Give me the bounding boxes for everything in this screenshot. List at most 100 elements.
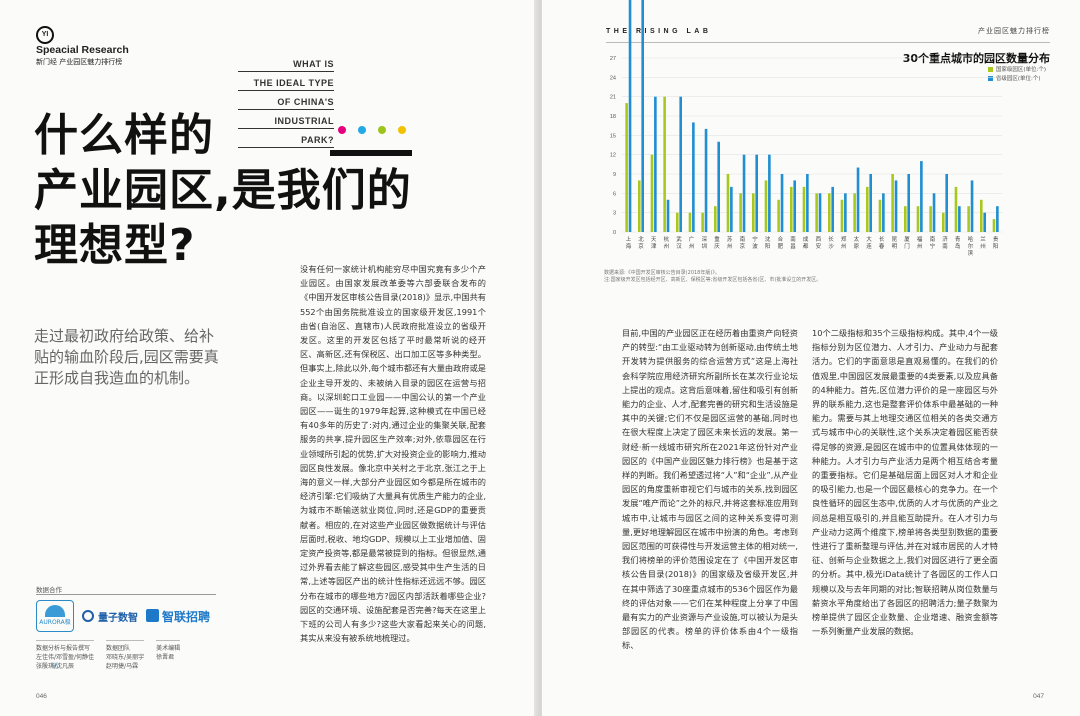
- bar-provincial: [970, 180, 974, 232]
- bar-provincial: [894, 180, 898, 232]
- x-tick-label: 原: [854, 243, 860, 250]
- credit-line: 邓晓东/吴丽宇: [106, 654, 145, 661]
- bar-national: [916, 206, 920, 232]
- x-tick-label: 沙: [828, 243, 834, 250]
- headline-line: 什么样的: [34, 110, 214, 161]
- right-page: THE RISING LAB 产业园区魅力排行榜 30个重点城市的园区数量分布 …: [542, 0, 1080, 716]
- credit-line: 数据团队: [106, 645, 131, 652]
- bar-provincial: [958, 206, 961, 232]
- bar-provincial: [717, 141, 720, 232]
- credit-line: 左佳伟/邓雪盈/何静佳: [36, 654, 95, 661]
- y-tick-label: 21: [610, 95, 616, 101]
- x-tick-label: 青: [955, 235, 961, 243]
- x-tick-label: 州: [727, 244, 733, 250]
- bar-provincial: [692, 122, 695, 232]
- bar-provincial: [996, 206, 999, 232]
- x-tick-label: 门: [904, 242, 910, 250]
- x-tick-label: 厦: [904, 236, 910, 243]
- body-column: 10个二级指标和35个三级指标构成。其中,4个一级指标分别为区位潜力、人才引力、…: [812, 328, 998, 637]
- bar-provincial: [907, 174, 910, 232]
- section-title: Speacial Research: [36, 44, 129, 56]
- bar-national: [967, 206, 970, 232]
- bar-national: [954, 186, 958, 232]
- x-tick-label: 津: [651, 243, 657, 250]
- aurora-logo: AURORA极光: [36, 600, 74, 670]
- bar-national: [752, 193, 755, 232]
- bar-national: [777, 199, 780, 232]
- x-tick-label: 深: [702, 235, 708, 243]
- magazine-spread: YI Speacial Research 新门经 产业园区魅力排行榜 WHAT …: [0, 0, 1080, 716]
- bar-national: [815, 193, 818, 232]
- bar-national: [701, 212, 704, 232]
- bar-national: [714, 206, 717, 232]
- x-tick-label: 海: [626, 242, 632, 250]
- x-tick-label: 州: [689, 244, 695, 250]
- bar-provincial: [932, 193, 936, 232]
- x-tick-label: 长: [879, 235, 885, 243]
- x-tick-label: 武: [676, 235, 682, 243]
- bar-national: [853, 193, 856, 232]
- x-tick-label: 合: [778, 235, 784, 243]
- bar-national: [866, 186, 869, 232]
- x-tick-label: 京: [638, 242, 644, 250]
- y-tick-label: 12: [610, 153, 616, 159]
- x-tick-label: 福: [917, 235, 923, 243]
- bar-provincial: [882, 193, 885, 232]
- y-tick-label: 24: [610, 75, 616, 81]
- x-tick-label: 昆: [892, 236, 898, 243]
- bar-national: [904, 206, 907, 232]
- x-tick-label: 南: [790, 235, 796, 243]
- bar-provincial: [704, 128, 708, 232]
- bar-provincial: [920, 161, 923, 232]
- bar-national: [790, 186, 793, 232]
- eng-line: WHAT IS: [238, 56, 334, 72]
- bar-chart: 0369121518212427上海北京天津杭州武汉广州深圳重庆苏州南京宁波沈阳…: [610, 0, 1002, 257]
- bar-national: [726, 174, 730, 232]
- bar-national: [929, 206, 932, 232]
- x-tick-label: 庆: [714, 242, 720, 250]
- credit-line: 美术编辑: [156, 645, 181, 652]
- x-tick-label: 贵: [993, 235, 999, 243]
- x-tick-label: 都: [803, 243, 809, 250]
- x-tick-label: 汉: [676, 242, 682, 250]
- y-tick-label: 3: [613, 211, 616, 217]
- x-tick-label: 州: [980, 244, 986, 250]
- x-tick-label: 上: [626, 235, 632, 243]
- x-tick-label: 尔: [968, 242, 974, 250]
- bar-provincial: [793, 180, 796, 232]
- headline: 什么样的 产业园区,是我们的 理想型?: [34, 108, 412, 273]
- x-tick-label: 宁: [752, 235, 758, 243]
- bar-provincial: [806, 174, 809, 232]
- bar-national: [688, 212, 692, 232]
- x-tick-label: 州: [841, 244, 847, 250]
- x-tick-label: 北: [638, 235, 644, 243]
- bar-national: [676, 212, 679, 232]
- bar-provincial: [869, 174, 872, 232]
- x-tick-label: 长: [828, 235, 834, 243]
- x-tick-label: 重: [714, 235, 720, 243]
- bar-national: [840, 199, 844, 232]
- credit-line: 张殷琪/沈凡辰: [36, 663, 75, 670]
- credit-line: 赵明捷/马霖: [106, 663, 139, 670]
- bar-provincial: [742, 154, 746, 232]
- bar-national: [638, 180, 641, 232]
- bar-provincial: [844, 193, 847, 232]
- x-tick-label: 太: [854, 235, 860, 243]
- x-tick-label: 肥: [778, 243, 784, 250]
- bar-provincial: [730, 186, 733, 232]
- bar-provincial: [666, 199, 670, 232]
- x-tick-label: 京: [740, 242, 746, 250]
- bar-national: [891, 174, 894, 232]
- x-tick-label: 滨: [968, 249, 974, 257]
- quantum-logo: 量子数智: [82, 609, 138, 624]
- bar-national: [739, 193, 742, 232]
- bar-provincial: [654, 96, 657, 233]
- credit-column: 美术编辑 徐晋君: [156, 640, 181, 671]
- x-tick-label: 安: [816, 242, 822, 250]
- partner-label: 数据合作: [36, 586, 62, 594]
- x-tick-label: 兰: [980, 235, 986, 243]
- x-tick-label: 苏: [727, 235, 733, 243]
- bar-national: [663, 96, 666, 233]
- x-tick-label: 大: [866, 235, 872, 243]
- x-tick-label: 圳: [702, 242, 708, 250]
